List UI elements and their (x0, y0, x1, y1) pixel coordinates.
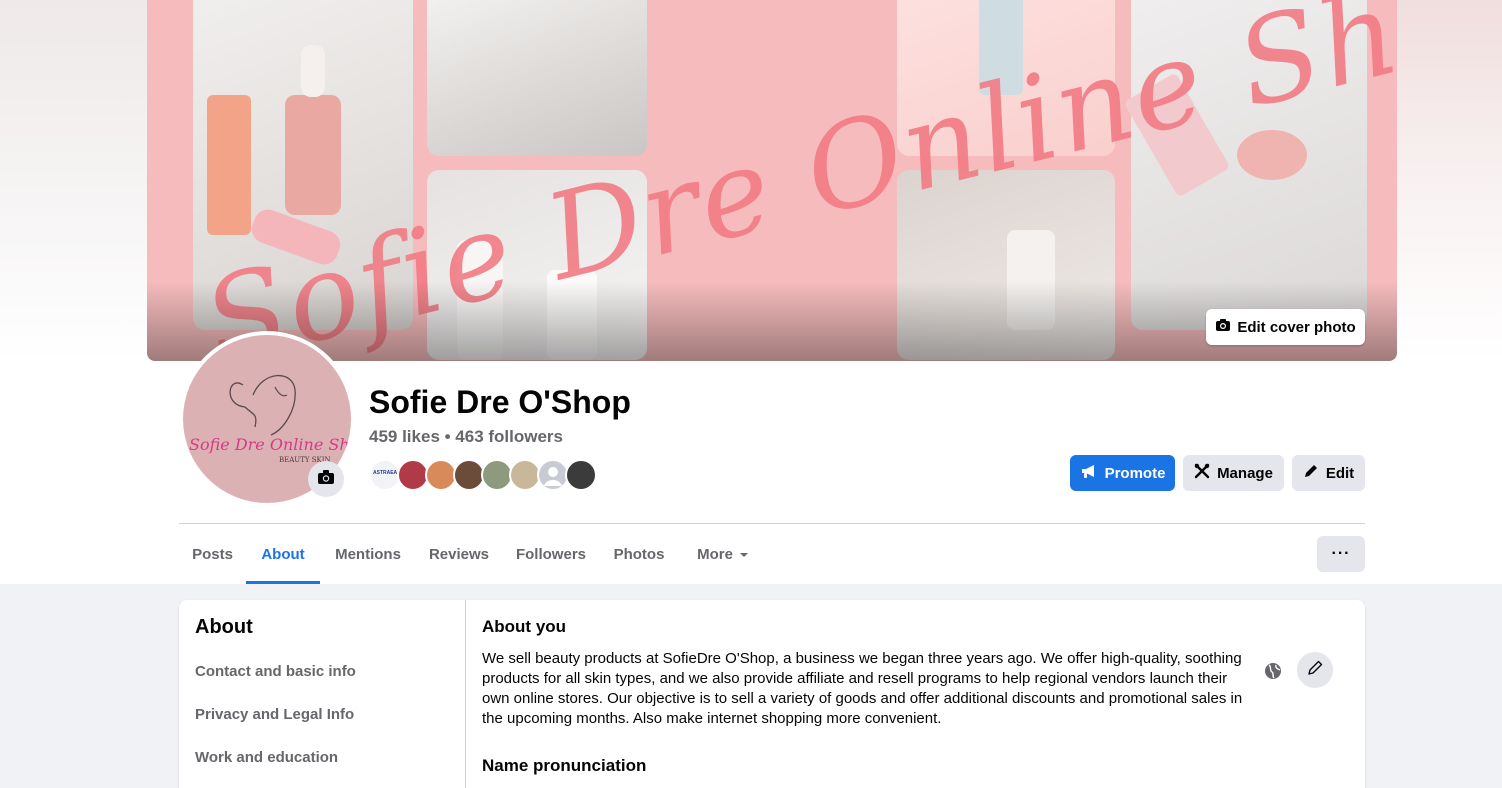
tab-reviews-label: Reviews (428, 545, 490, 563)
update-profile-picture-button[interactable] (308, 461, 344, 497)
more-options-icon: ··· (1331, 545, 1351, 562)
more-options-button[interactable]: ··· (1317, 536, 1365, 572)
about-description: We sell beauty products at SofieDre O'Sh… (482, 650, 1243, 727)
tab-mentions-label: Mentions (335, 545, 401, 563)
tab-more-label: More (697, 545, 733, 563)
megaphone-icon (1080, 463, 1098, 483)
follower-avatar[interactable] (565, 459, 597, 491)
manage-button[interactable]: Manage (1183, 455, 1284, 491)
cover-side-blur-left (0, 0, 147, 360)
about-you-heading: About you (482, 617, 567, 636)
tab-posts[interactable]: Posts (179, 524, 246, 584)
tab-photos-label: Photos (613, 545, 665, 563)
globe-icon[interactable] (1263, 661, 1283, 681)
page-stats[interactable]: 459 likes • 463 followers (369, 427, 563, 447)
page-title: Sofie Dre O'Shop (369, 384, 631, 420)
tab-about[interactable]: About (246, 524, 320, 584)
tab-followers-label: Followers (515, 545, 586, 563)
avatar-brand-text: Sofie Dre Online Shop (189, 435, 351, 454)
manage-label: Manage (1217, 464, 1273, 482)
edit-label: Edit (1325, 464, 1355, 482)
default-user-icon (544, 467, 562, 486)
camera-icon (1215, 317, 1231, 337)
about-nav-contact[interactable]: Contact and basic info (195, 663, 356, 680)
promote-button[interactable]: Promote (1070, 455, 1175, 491)
tab-reviews[interactable]: Reviews (416, 524, 502, 584)
tab-mentions[interactable]: Mentions (320, 524, 416, 584)
tab-about-label: About (261, 545, 305, 563)
about-card: About Contact and basic info Privacy and… (179, 600, 1365, 788)
cover-tile-bottle-stand (427, 0, 647, 156)
about-card-separator (465, 600, 466, 788)
edit-cover-photo-label: Edit cover photo (1237, 318, 1356, 336)
about-nav-privacy[interactable]: Privacy and Legal Info (195, 706, 354, 723)
edit-cover-photo-button[interactable]: Edit cover photo (1206, 309, 1365, 345)
cover-product-compact (1237, 130, 1307, 180)
cover-side-blur-right (1397, 0, 1502, 360)
cover-product-tube (207, 95, 251, 235)
edit-button[interactable]: Edit (1292, 455, 1365, 491)
camera-icon (317, 469, 335, 490)
follower-avatar-label: ASTRAEA (373, 470, 398, 476)
tab-posts-label: Posts (192, 545, 233, 563)
tab-followers[interactable]: Followers (502, 524, 600, 584)
cover-product-serum-cap (301, 45, 325, 97)
tab-more[interactable]: More (678, 524, 768, 584)
caret-down-icon (739, 546, 749, 563)
about-nav-work[interactable]: Work and education (195, 749, 338, 766)
pencil-icon (1303, 463, 1319, 483)
name-pronunciation-heading: Name pronunciation (482, 756, 647, 775)
tab-photos[interactable]: Photos (600, 524, 678, 584)
pencil-icon (1306, 659, 1324, 682)
cover-product-serum-bottle (285, 95, 341, 215)
about-heading: About (195, 616, 253, 638)
cover-photo[interactable]: Sofie Dre Online Shop (147, 0, 1397, 361)
edit-about-button[interactable] (1297, 652, 1333, 688)
promote-label: Promote (1104, 464, 1166, 482)
tools-icon (1194, 463, 1210, 483)
